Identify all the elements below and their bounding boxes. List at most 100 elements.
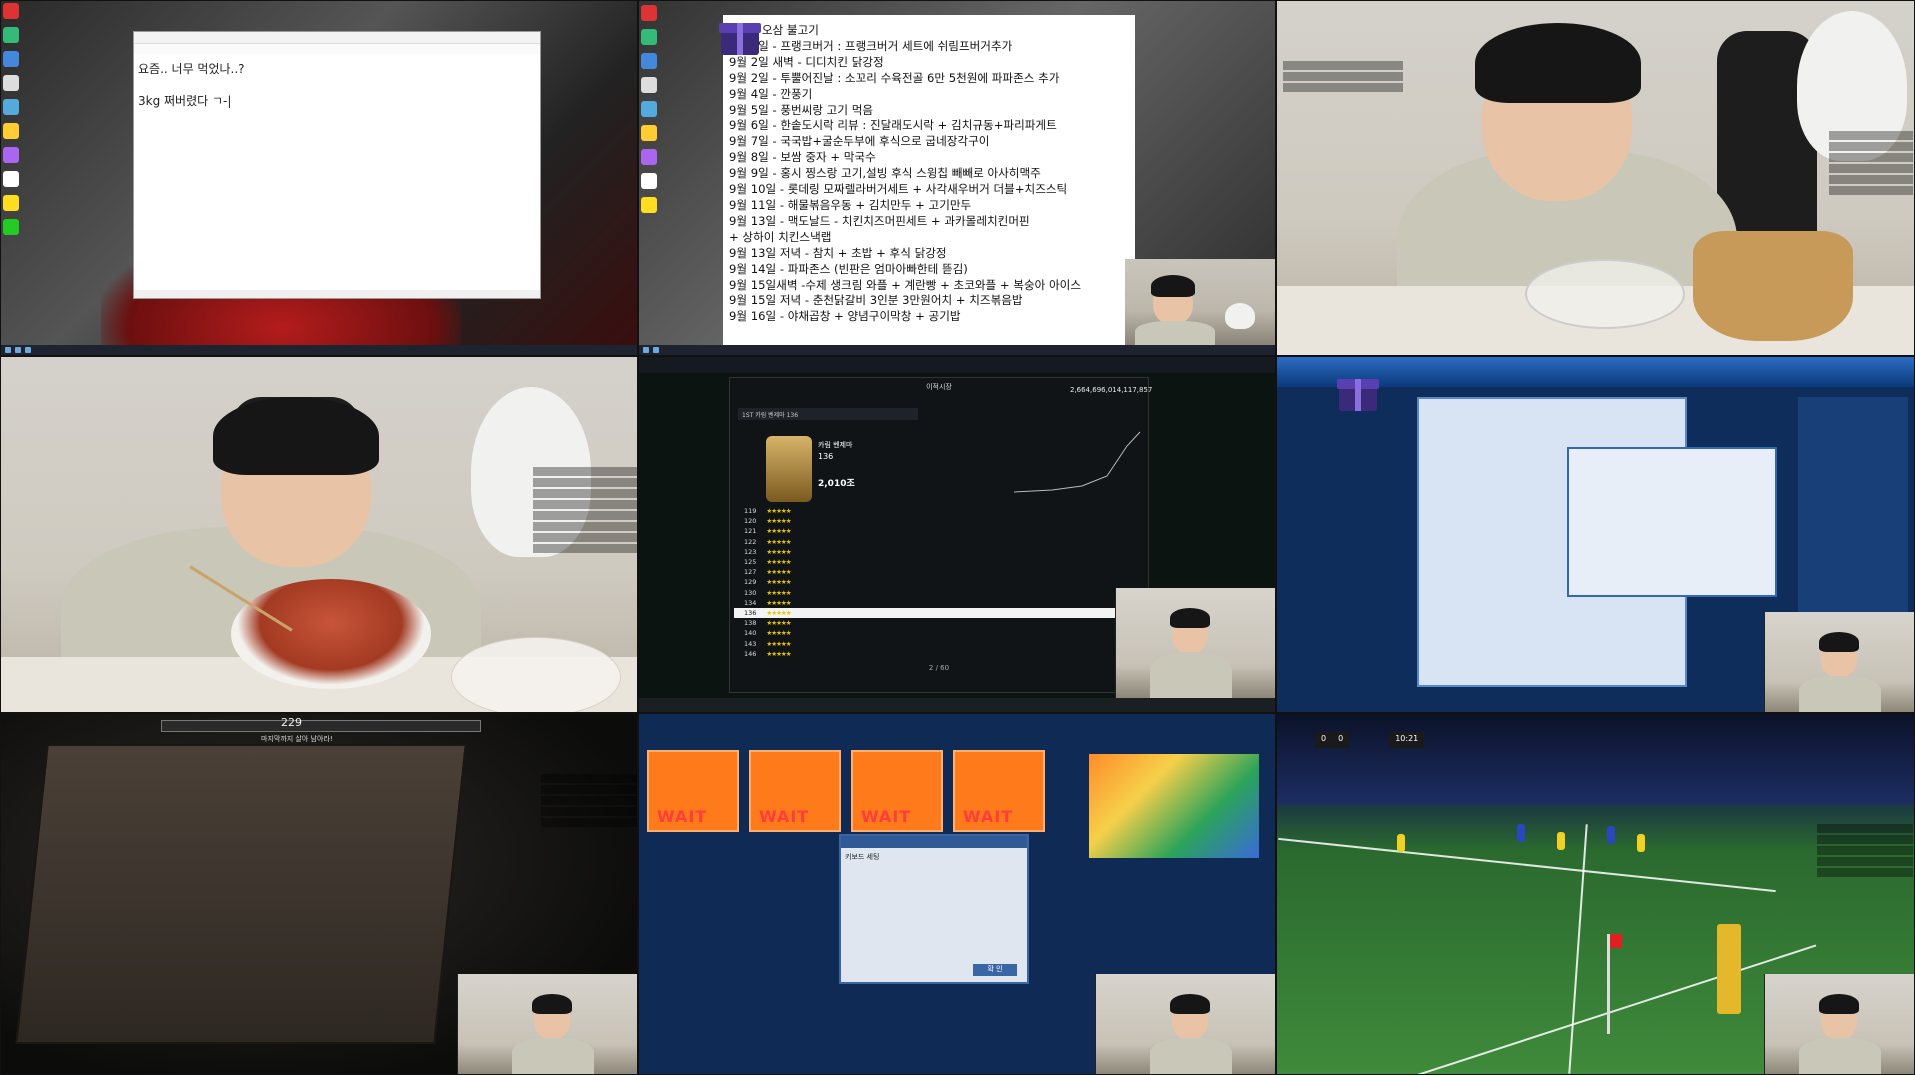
slot-status: WAIT — [759, 807, 810, 826]
food-list-line: 9월 14일 - 파파존스 (빈판은 엄마아빠한테 뜯김) — [729, 261, 968, 276]
dialog-title: 키보드 세팅 — [845, 853, 880, 861]
desktop-app-icon[interactable] — [3, 171, 19, 187]
desktop-app-icon[interactable] — [3, 219, 19, 235]
streamer-body — [1135, 321, 1215, 347]
row-stars: ★★★★★ — [766, 598, 791, 607]
confirm-button[interactable]: 확 인 — [973, 964, 1017, 976]
desktop-app-icon[interactable] — [641, 149, 657, 165]
price-row[interactable]: 125 ★★★★★ — [734, 557, 1146, 567]
chat-message — [1817, 835, 1913, 844]
price-row[interactable]: 122 ★★★★★ — [734, 537, 1146, 547]
transfer-market-panel[interactable]: 이적시장 2,664,696,014,117,857 1ST 카림 벤제마 13… — [729, 377, 1152, 693]
notepad-titlebar[interactable] — [134, 32, 540, 44]
corner-flag — [1607, 934, 1622, 1034]
desktop-app-icon[interactable] — [641, 5, 657, 21]
desktop-app-icon[interactable] — [641, 77, 657, 93]
home-score: 0 — [1315, 732, 1333, 748]
away-score: 0 — [1332, 732, 1350, 748]
webcam-inset — [1125, 259, 1275, 347]
desktop-app-icon[interactable] — [3, 147, 19, 163]
lobby-dialog[interactable] — [1567, 447, 1777, 597]
food-list-line: 9월 15일새벽 -수제 생크림 와플 + 계란빵 + 초코와플 + 복숭아 아… — [729, 277, 1081, 292]
price-row[interactable]: 130 ★★★★★ — [734, 588, 1146, 598]
desktop-app-icon[interactable] — [641, 29, 657, 45]
desktop-app-icon[interactable] — [641, 101, 657, 117]
desktop-icons — [641, 5, 663, 213]
notepad-window[interactable]: 요즘.. 너무 먹었나..? 3kg 쩌버렸다 ㄱ-| — [133, 31, 541, 299]
row-stars: ★★★★★ — [766, 619, 791, 628]
price-rows: 119 ★★★★★ 120 ★★★★★ 121 ★★★★★ 122 ★★★★★ 123 ★★★★★… — [734, 506, 1146, 659]
notepad-menubar[interactable] — [134, 44, 540, 54]
row-level: 121 — [744, 527, 757, 536]
price-row[interactable]: 120 ★★★★★ — [734, 516, 1146, 526]
taskbar[interactable] — [1, 345, 637, 355]
row-level: 120 — [744, 517, 757, 526]
taskbar-app-icon[interactable] — [15, 347, 21, 353]
start-icon[interactable] — [643, 347, 649, 353]
chat-message — [1817, 824, 1913, 833]
row-stars: ★★★★★ — [766, 507, 791, 516]
row-stars: ★★★★★ — [766, 639, 791, 648]
desktop-app-icon[interactable] — [3, 27, 19, 43]
chat-message — [541, 785, 637, 794]
player-card[interactable] — [766, 436, 812, 502]
taskbar-app-icon[interactable] — [25, 347, 31, 353]
chat-message — [1829, 186, 1913, 195]
taskbar-app-icon[interactable] — [653, 347, 659, 353]
player-blue — [1517, 824, 1525, 842]
player-slot[interactable]: WAIT — [647, 750, 739, 832]
game-bottom-nav[interactable] — [639, 698, 1275, 712]
player-price: 2,010조 — [818, 479, 855, 489]
chat-overlay-right — [1829, 131, 1913, 197]
pitch-line — [1387, 944, 1817, 1074]
notepad-text[interactable]: 요즘.. 너무 먹었나..? 3kg 쩌버렸다 ㄱ-| — [134, 54, 540, 116]
price-row[interactable]: 123 ★★★★★ — [734, 547, 1146, 557]
player-level: 136 — [818, 452, 834, 461]
desktop-app-icon[interactable] — [3, 99, 19, 115]
desktop-app-icon[interactable] — [641, 173, 657, 189]
chat-message — [541, 796, 637, 805]
chat-message — [1283, 72, 1403, 81]
price-row[interactable]: 136 ★★★★★ — [734, 607, 1146, 619]
gift-box-icon — [1337, 379, 1379, 411]
food-list-line: 9월 10일 - 롯데링 모짜렐라버거세트 + 사각새우버거 더블+치즈스틱 — [729, 182, 1068, 197]
price-row[interactable]: 134 ★★★★★ — [734, 598, 1146, 608]
taskbar[interactable] — [639, 345, 1275, 355]
food-list-window[interactable]: - 엄준 오삼 불고기 9월 1일 - 프랭크버거 : 프랭크버거 세트에 쉬림프… — [723, 15, 1135, 345]
player-slot[interactable]: WAIT — [749, 750, 841, 832]
desktop-app-icon[interactable] — [641, 197, 657, 213]
desktop-app-icon[interactable] — [3, 123, 19, 139]
start-icon[interactable] — [5, 347, 11, 353]
price-row[interactable]: 146 ★★★★★ — [734, 649, 1146, 659]
webcam-inset — [1115, 588, 1275, 698]
desktop-app-icon[interactable] — [3, 51, 19, 67]
row-stars: ★★★★★ — [766, 517, 791, 526]
player-yellow — [1637, 834, 1645, 852]
market-list-entry[interactable]: 1ST 카림 벤제마 136 — [738, 408, 918, 420]
price-row[interactable]: 138 ★★★★★ — [734, 618, 1146, 628]
player-yellow — [1397, 834, 1405, 852]
desktop-app-icon[interactable] — [3, 75, 19, 91]
ship-deck — [15, 744, 467, 1044]
price-row[interactable]: 119 ★★★★★ — [734, 506, 1146, 516]
price-row[interactable]: 143 ★★★★★ — [734, 638, 1146, 648]
webcam-inset — [1764, 974, 1914, 1074]
keyboard-settings-dialog[interactable]: 키보드 세팅 확 인 — [839, 834, 1029, 984]
price-row[interactable]: 127 ★★★★★ — [734, 567, 1146, 577]
price-row[interactable]: 121 ★★★★★ — [734, 526, 1146, 536]
pager[interactable]: 2 / 60 — [730, 664, 1148, 672]
desktop-app-icon[interactable] — [3, 195, 19, 211]
price-row[interactable]: 129 ★★★★★ — [734, 577, 1146, 587]
player-slot[interactable]: WAIT — [851, 750, 943, 832]
desktop-app-icon[interactable] — [641, 53, 657, 69]
row-stars: ★★★★★ — [766, 608, 791, 617]
player-yellow — [1557, 832, 1565, 850]
desktop-app-icon[interactable] — [641, 125, 657, 141]
food-list-line: 9월 2일 - 투뿔어진날 : 소꼬리 수육전골 6만 5천원에 파파존스 추가 — [729, 70, 1060, 85]
tile-football-match: 0 0 10:21 — [1276, 713, 1915, 1075]
chat-message — [1829, 164, 1913, 173]
desktop-app-icon[interactable] — [3, 3, 19, 19]
price-row[interactable]: 140 ★★★★★ — [734, 628, 1146, 638]
streamer-hair — [1819, 994, 1859, 1014]
player-slot[interactable]: WAIT — [953, 750, 1045, 832]
